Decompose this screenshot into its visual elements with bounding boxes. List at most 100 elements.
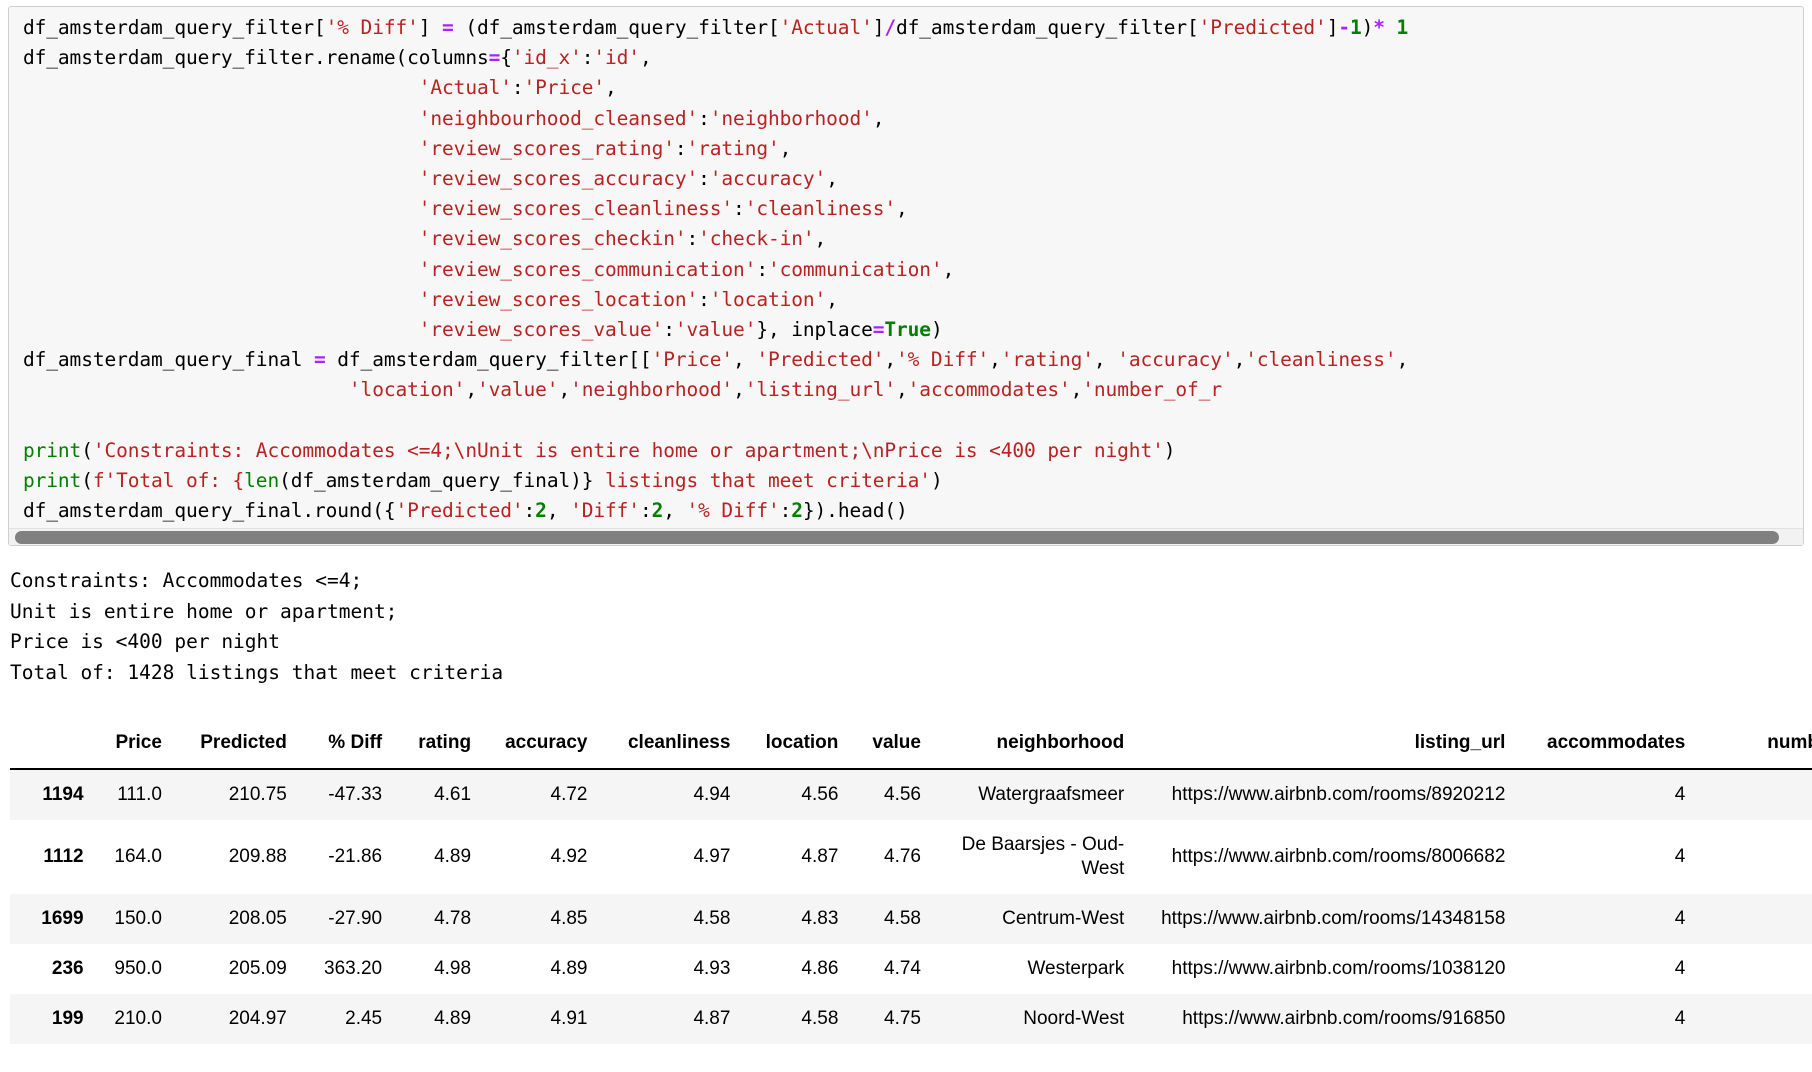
table-cell: -47.33 (328, 784, 383, 806)
code-token: }, inplace (756, 318, 873, 342)
table-cell: 4.76 (884, 846, 921, 868)
table-row: 1699 150.0 208.05 -27.90 4.78 4.85 4.58 4.83 4.5… (10, 894, 1812, 945)
table-row: 199 210.0 204.97 2.45 4.89 4.91 4.87 4.58 4.75 No… (10, 994, 1812, 1045)
code-cell-horizontal-scrollbar[interactable] (9, 528, 1803, 546)
code-token: = (872, 318, 885, 342)
table-cell: -27.90 (328, 908, 383, 930)
code-token: / (884, 16, 897, 39)
code-token: 'id' (593, 46, 640, 70)
code-token: 'Predicted' (756, 348, 885, 372)
table-cell: 4 (1674, 784, 1686, 806)
table-row: 1112 164.0 209.88 -21.86 4.89 4.92 4.97 4.87 4.7… (10, 820, 1812, 895)
code-token: , (942, 257, 955, 281)
code-token: ( (81, 438, 93, 462)
code-cell-scroll-viewport[interactable]: df_amsterdam_query_filter['% Diff'] = (d… (9, 7, 1803, 528)
code-token: 'review_scores_value' (418, 318, 664, 342)
table-cell: 111.0 (117, 784, 162, 806)
table-cell: 4.86 (801, 958, 839, 980)
table-cell: https://www.airbnb.com/rooms/8006682 (1171, 846, 1506, 868)
code-token: = (442, 16, 454, 39)
table-cell: 209.88 (228, 846, 287, 868)
code-token: (df_amsterdam_query_final)} (279, 469, 606, 493)
code-token: 'check-in' (698, 227, 815, 251)
table-cell: 150.0 (114, 908, 162, 930)
table-cell (1694, 944, 1812, 994)
code-token: : (581, 46, 594, 70)
code-token: ) (1361, 16, 1374, 39)
column-header: location (739, 726, 848, 771)
code-token: 'neighborhood' (570, 378, 734, 402)
code-token: }).head() (802, 499, 908, 523)
code-token: 1 (1349, 16, 1362, 39)
table-cell: 4.91 (550, 1008, 588, 1030)
code-token: '% Diff' (325, 16, 419, 39)
code-token: 'communication' (767, 257, 943, 281)
table-cell: Westerpark (1027, 958, 1125, 980)
code-token: , (779, 136, 792, 160)
table-cell: 4.78 (434, 908, 472, 930)
code-source[interactable]: df_amsterdam_query_filter['% Diff'] = (d… (9, 13, 1803, 526)
table-cell: 208.05 (228, 908, 287, 930)
code-token: : (698, 106, 710, 130)
row-index: 1194 (42, 784, 84, 806)
code-token: 'cleanliness' (1245, 348, 1397, 372)
table-cell: 4.58 (693, 908, 731, 930)
code-token: 'Actual' (418, 76, 512, 100)
column-header-index (10, 726, 93, 771)
table-row: 1194 111.0 210.75 -47.33 4.61 4.72 4.94 4.56 4.5… (10, 769, 1812, 821)
table-cell: 4.92 (550, 846, 588, 868)
table-cell: 4.87 (693, 1008, 731, 1030)
code-token: , (1233, 348, 1246, 372)
code-token: listings that meet criteria' (605, 469, 931, 493)
code-token: df_amsterdam_query_filter[[ (325, 348, 652, 372)
output-line: Constraints: Accommodates <=4; (10, 569, 363, 593)
code-token: , (1396, 348, 1409, 372)
code-token: : (756, 257, 768, 281)
output-line: Total of: 1428 listings that meet criter… (10, 660, 504, 684)
code-token: 'review_scores_location' (418, 287, 699, 311)
table-cell: https://www.airbnb.com/rooms/916850 (1182, 1008, 1506, 1030)
code-token: , (989, 348, 1001, 372)
table-cell: 210.75 (228, 784, 287, 806)
code-token: 'cleanliness' (744, 197, 897, 221)
code-cell[interactable]: df_amsterdam_query_filter['% Diff'] = (d… (8, 6, 1804, 547)
scrollbar-thumb[interactable] (15, 531, 1780, 545)
column-header: rating (391, 726, 481, 771)
code-token: , (872, 106, 885, 130)
code-token: 'number_of_r (1082, 378, 1222, 402)
table-cell: 4 (1674, 958, 1686, 980)
code-token: print (23, 438, 82, 462)
code-token: , (1093, 348, 1118, 372)
code-token: '% Diff' (686, 499, 780, 523)
code-token: 'review_scores_accuracy' (418, 167, 699, 191)
code-token: ] (1326, 16, 1339, 39)
code-token: 'Predicted' (1198, 16, 1327, 39)
code-token: * (1373, 16, 1385, 39)
code-token: 'accuracy' (709, 167, 827, 191)
code-token: df_amsterdam_query_final (23, 348, 314, 372)
table-cell: 363.20 (324, 958, 383, 980)
table-cell: 4 (1674, 1008, 1686, 1030)
code-token: , (546, 499, 571, 523)
code-token: { (500, 46, 512, 70)
row-index: 236 (51, 958, 84, 980)
output-line: Unit is entire home or apartment; (10, 599, 398, 623)
code-token: len (244, 469, 280, 493)
code-token: 2 (791, 499, 803, 523)
column-header: Price (92, 726, 171, 771)
code-token: df_amsterdam_query_filter[ (896, 16, 1199, 39)
code-token: 'value' (674, 318, 757, 342)
code-token: print (23, 469, 82, 493)
code-token: , (733, 348, 757, 372)
table-cell: 204.97 (228, 1008, 287, 1030)
code-token: , (639, 46, 652, 70)
table-cell: 4.89 (550, 958, 588, 980)
code-token: 'Predicted' (395, 499, 524, 523)
